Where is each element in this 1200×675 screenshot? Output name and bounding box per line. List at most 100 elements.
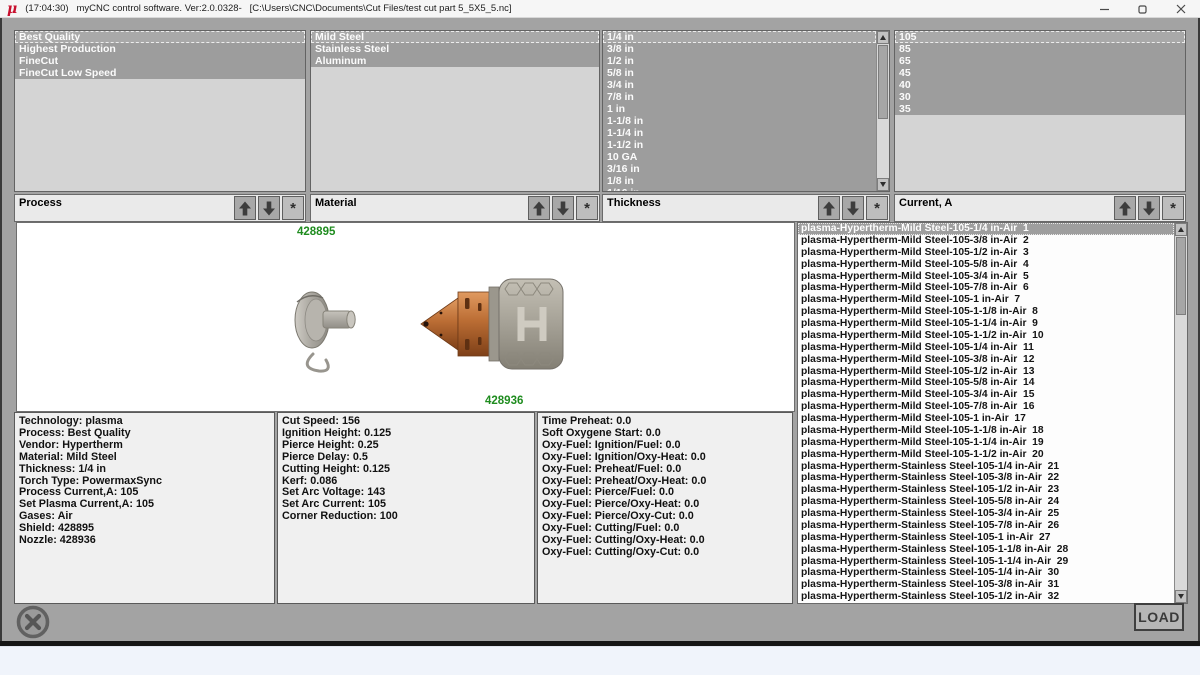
cutchart-row[interactable]: plasma-Hypertherm-Mild Steel-105-3/4 in-… [798,271,1174,283]
thickness-up-button[interactable] [818,196,840,220]
thickness-option[interactable]: 3/4 in [603,79,876,91]
thickness-option[interactable]: 1/2 in [603,55,876,67]
cutchart-row[interactable]: plasma-Hypertherm-Stainless Steel-105-1-… [798,544,1174,556]
current-down-button[interactable] [1138,196,1160,220]
nozzle-part-number: 428936 [485,395,523,407]
info-line: Oxy-Fuel: Cutting/Oxy-Cut: 0.0 [542,547,788,559]
material-star-button[interactable]: * [576,196,598,220]
dialog-close-button[interactable] [15,604,51,640]
current-option[interactable]: 40 [895,79,1185,91]
scrollbar-thumb[interactable] [878,45,888,119]
cutchart-row[interactable]: plasma-Hypertherm-Stainless Steel-105-1-… [798,556,1174,568]
cutchart-row[interactable]: plasma-Hypertherm-Mild Steel-105-5/8 in-… [798,259,1174,271]
thickness-option[interactable]: 1/8 in [603,175,876,187]
thickness-option[interactable]: 1-1/4 in [603,127,876,139]
cutchart-row[interactable]: plasma-Hypertherm-Mild Steel-105-1/4 in-… [798,342,1174,354]
process-down-button[interactable] [258,196,280,220]
current-option[interactable]: 45 [895,67,1185,79]
material-option[interactable]: Stainless Steel [311,43,599,55]
current-option[interactable]: 105 [895,31,1185,43]
thickness-option[interactable]: 3/8 in [603,43,876,55]
scrollbar-up-button[interactable] [877,31,889,44]
thickness-option[interactable]: 1-1/8 in [603,115,876,127]
cutchart-row[interactable]: plasma-Hypertherm-Mild Steel-105-1-1/2 i… [798,330,1174,342]
cutchart-row[interactable]: plasma-Hypertherm-Mild Steel-105-1 in-Ai… [798,413,1174,425]
cutchart-row[interactable]: plasma-Hypertherm-Mild Steel-105-1/4 in-… [798,223,1174,235]
scrollbar-down-button[interactable] [1175,590,1187,603]
thickness-option[interactable]: 1/16 in [603,187,876,192]
process-star-button[interactable]: * [282,196,304,220]
load-button[interactable]: LOAD [1134,603,1184,631]
process-option[interactable]: FineCut [15,55,305,67]
thickness-option[interactable]: 7/8 in [603,91,876,103]
cutchart-row[interactable]: plasma-Hypertherm-Stainless Steel-105-7/… [798,520,1174,532]
cutting-info-panel: Cut Speed: 156Ignition Height: 0.125Pier… [277,412,535,604]
cutchart-row[interactable]: plasma-Hypertherm-Mild Steel-105-1/2 in-… [798,366,1174,378]
scrollbar-down-button[interactable] [877,178,889,191]
thickness-option[interactable]: 1/4 in [603,31,876,43]
app-logo-icon: μ [7,2,17,16]
cutchart-row[interactable]: plasma-Hypertherm-Stainless Steel-105-5/… [798,496,1174,508]
current-option[interactable]: 65 [895,55,1185,67]
cutchart-row[interactable]: plasma-Hypertherm-Stainless Steel-105-1 … [798,532,1174,544]
info-line: Nozzle: 428936 [19,535,270,547]
thickness-option[interactable]: 5/8 in [603,67,876,79]
cutchart-row[interactable]: plasma-Hypertherm-Stainless Steel-105-3/… [798,472,1174,484]
current-option[interactable]: 85 [895,43,1185,55]
thickness-option[interactable]: 3/16 in [603,163,876,175]
cutchart-row[interactable]: plasma-Hypertherm-Stainless Steel-105-1/… [798,484,1174,496]
minimize-button[interactable] [1086,0,1124,17]
process-header: Process * [14,194,306,222]
cutchart-row[interactable]: plasma-Hypertherm-Mild Steel-105-7/8 in-… [798,401,1174,413]
current-star-button[interactable]: * [1162,196,1184,220]
current-listbox[interactable]: 105856545403035 [894,30,1186,192]
thickness-scrollbar[interactable] [876,31,889,191]
cutchart-row[interactable]: plasma-Hypertherm-Mild Steel-105-3/4 in-… [798,389,1174,401]
thickness-option[interactable]: 1-1/2 in [603,139,876,151]
material-up-button[interactable] [528,196,550,220]
cutchart-row[interactable]: plasma-Hypertherm-Mild Steel-105-3/8 in-… [798,354,1174,366]
cutchart-listbox[interactable]: plasma-Hypertherm-Mild Steel-105-1/4 in-… [797,222,1188,604]
cutchart-row[interactable]: plasma-Hypertherm-Mild Steel-105-1/2 in-… [798,247,1174,259]
scrollbar-thumb[interactable] [1176,237,1186,315]
cutchart-row[interactable]: plasma-Hypertherm-Stainless Steel-105-3/… [798,508,1174,520]
cutchart-row[interactable]: plasma-Hypertherm-Mild Steel-105-5/8 in-… [798,377,1174,389]
current-up-button[interactable] [1114,196,1136,220]
taskbar: Search μ (17:04:30) myCNC cont [0,646,1200,675]
cutchart-row[interactable]: plasma-Hypertherm-Mild Steel-105-1-1/8 i… [798,306,1174,318]
cutchart-row[interactable]: plasma-Hypertherm-Mild Steel-105-1-1/8 i… [798,425,1174,437]
cutchart-scrollbar[interactable] [1174,223,1187,603]
cutchart-row[interactable]: plasma-Hypertherm-Mild Steel-105-1 in-Ai… [798,294,1174,306]
arrow-up-icon [532,201,546,216]
process-option[interactable]: Best Quality [15,31,305,43]
cutchart-row[interactable]: plasma-Hypertherm-Stainless Steel-105-1/… [798,591,1174,603]
material-down-button[interactable] [552,196,574,220]
consumables-image-panel: 428895 428936 [16,222,795,412]
process-up-button[interactable] [234,196,256,220]
material-listbox[interactable]: Mild SteelStainless SteelAluminum [310,30,600,192]
restore-button[interactable] [1124,0,1162,17]
process-option[interactable]: FineCut Low Speed [15,67,305,79]
cutchart-row[interactable]: plasma-Hypertherm-Mild Steel-105-1-1/4 i… [798,437,1174,449]
material-option[interactable]: Mild Steel [311,31,599,43]
process-option[interactable]: Highest Production [15,43,305,55]
material-option[interactable]: Aluminum [311,55,599,67]
thickness-listbox[interactable]: 1/4 in3/8 in1/2 in5/8 in3/4 in7/8 in1 in… [602,30,890,192]
cutchart-row[interactable]: plasma-Hypertherm-Mild Steel-105-3/8 in-… [798,235,1174,247]
cutchart-row[interactable]: plasma-Hypertherm-Stainless Steel-105-3/… [798,579,1174,591]
scrollbar-up-button[interactable] [1175,223,1187,236]
cutchart-row[interactable]: plasma-Hypertherm-Stainless Steel-105-1/… [798,461,1174,473]
cutchart-row[interactable]: plasma-Hypertherm-Mild Steel-105-7/8 in-… [798,282,1174,294]
thickness-option[interactable]: 10 GA [603,151,876,163]
thickness-down-button[interactable] [842,196,864,220]
thickness-option[interactable]: 1 in [603,103,876,115]
nozzle-part-image [417,273,567,375]
cutchart-row[interactable]: plasma-Hypertherm-Stainless Steel-105-1/… [798,567,1174,579]
cutchart-row[interactable]: plasma-Hypertherm-Mild Steel-105-1-1/2 i… [798,449,1174,461]
cutchart-row[interactable]: plasma-Hypertherm-Mild Steel-105-1-1/4 i… [798,318,1174,330]
process-listbox[interactable]: Best QualityHighest ProductionFineCutFin… [14,30,306,192]
current-option[interactable]: 30 [895,91,1185,103]
close-button[interactable] [1162,0,1200,17]
thickness-star-button[interactable]: * [866,196,888,220]
current-option[interactable]: 35 [895,103,1185,115]
